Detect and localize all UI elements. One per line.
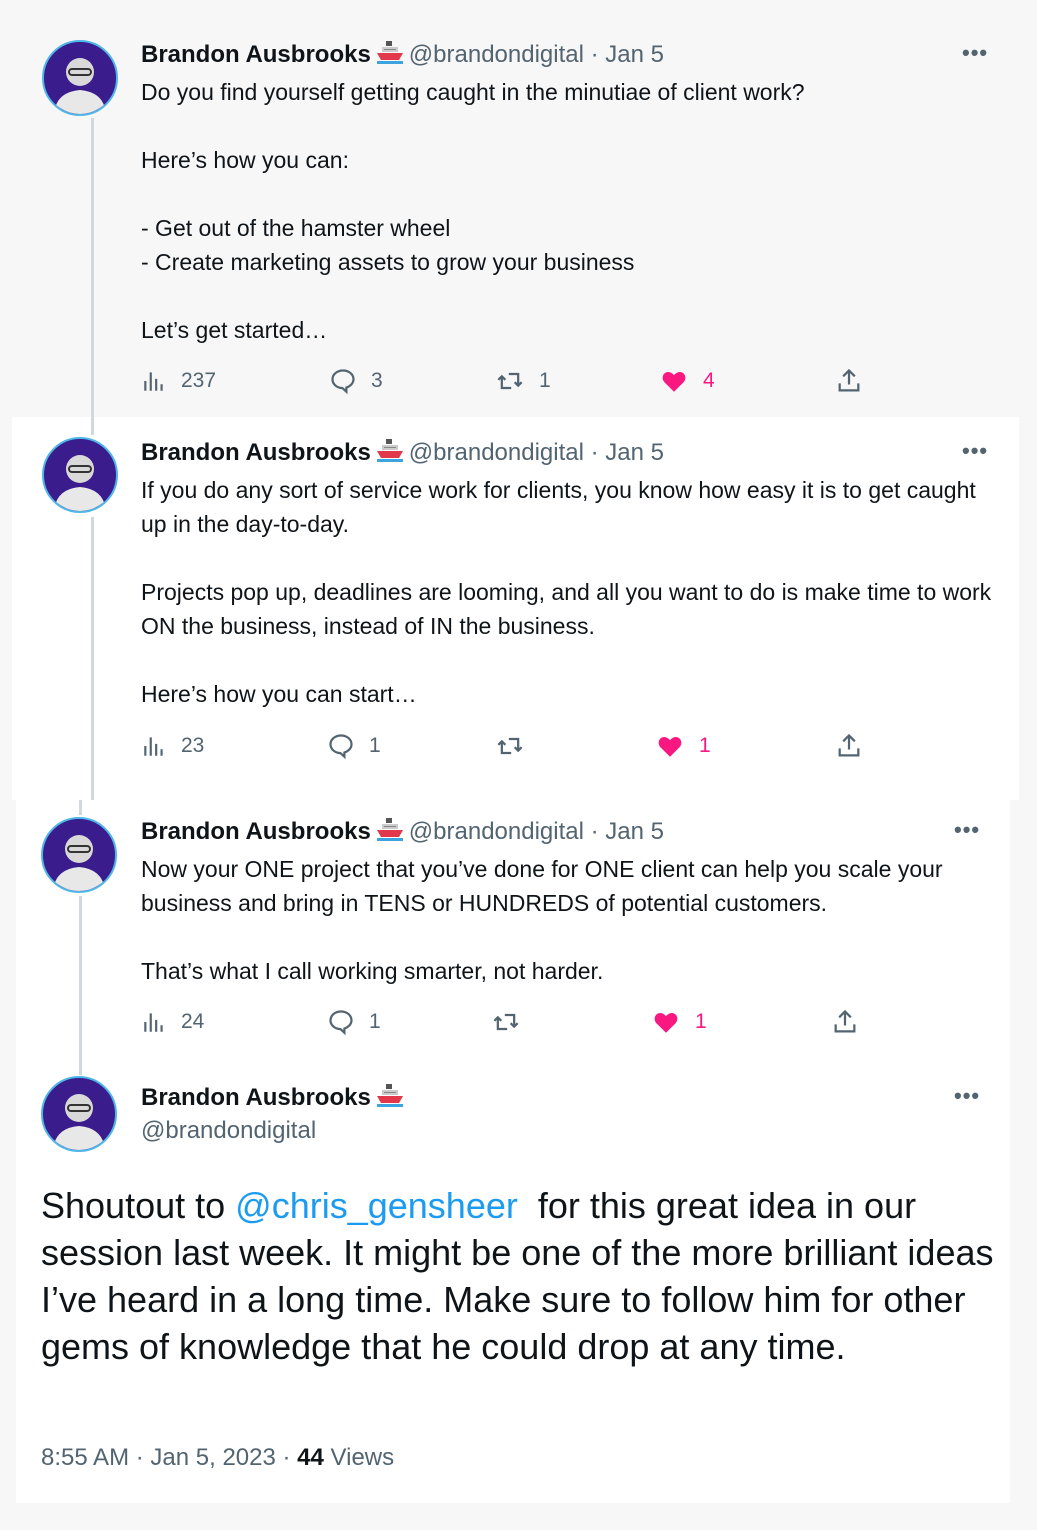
reply-action[interactable]: 1 (327, 731, 381, 761)
author-handle[interactable]: @brandondigital (141, 1116, 316, 1146)
author-name-row: Brandon Ausbrooks (141, 1083, 409, 1113)
tweet-header: Brandon Ausbrooks @brandondigital · Jan 5 (141, 817, 664, 845)
views-count: 23 (181, 734, 205, 757)
views-label: Views (330, 1444, 395, 1471)
tweet-2[interactable]: Brandon Ausbrooks @brandondigital · Jan 5… (12, 417, 1019, 800)
views-count: 24 (181, 1010, 205, 1033)
thread-line (79, 800, 82, 815)
share-icon (838, 733, 860, 757)
views-action[interactable]: 237 (141, 366, 216, 396)
tweet-text: If you do any sort of service work for c… (141, 477, 992, 707)
tweet-text-part: Shoutout to (41, 1185, 236, 1226)
ship-emoji-icon (375, 40, 405, 66)
share-action[interactable] (831, 1007, 873, 1037)
author-name[interactable]: Brandon Ausbrooks (141, 439, 371, 466)
author-name[interactable]: Brandon Ausbrooks (141, 1084, 371, 1111)
views-icon (144, 737, 163, 756)
reply-action[interactable]: 3 (329, 366, 383, 396)
heart-icon (654, 1012, 678, 1033)
tweet-timestamp: 8:55 AM · Jan 5, 2023 · 44 Views (41, 1444, 395, 1471)
retweet-action[interactable] (491, 1007, 535, 1037)
retweet-icon (497, 372, 523, 390)
more-options-icon[interactable]: ••• (954, 1083, 980, 1109)
tweet-date[interactable]: Jan 5 (605, 41, 664, 68)
tweet-1[interactable]: Brandon Ausbrooks @brandondigital · Jan 5… (12, 0, 1019, 417)
share-action[interactable] (835, 731, 877, 761)
reply-count: 1 (369, 734, 381, 757)
author-handle[interactable]: @brandondigital (409, 41, 584, 68)
reply-count: 3 (371, 369, 383, 392)
more-options-icon[interactable]: ••• (962, 40, 988, 66)
tweet-date[interactable]: Jan 5 (605, 439, 664, 466)
tweet-header: Brandon Ausbrooks @brandondigital · Jan 5 (141, 40, 664, 68)
author-name[interactable]: Brandon Ausbrooks (141, 41, 371, 68)
avatar[interactable] (41, 817, 117, 893)
main-tweet[interactable]: Brandon Ausbrooks @brandondigital ••• Sh… (16, 1063, 1010, 1503)
views-action[interactable]: 23 (141, 731, 204, 761)
tweet-actions: 23 1 1 (141, 731, 881, 761)
more-options-icon[interactable]: ••• (962, 438, 988, 464)
tweet-full-date[interactable]: Jan 5, 2023 (150, 1444, 275, 1471)
share-action[interactable] (835, 366, 877, 396)
thread-line (79, 1063, 82, 1075)
thread-line (79, 896, 82, 1063)
ship-emoji-icon (375, 817, 405, 843)
views-count: 237 (181, 369, 217, 392)
views-action[interactable]: 24 (141, 1007, 204, 1037)
heart-icon (658, 736, 682, 757)
thread-line (91, 517, 94, 800)
avatar[interactable] (42, 40, 118, 116)
heart-icon (662, 371, 686, 392)
tweet-actions: 237 3 1 4 (141, 366, 881, 396)
tweet-text: Now your ONE project that you’ve done fo… (141, 856, 943, 984)
thread-line (91, 118, 94, 417)
author-handle[interactable]: @brandondigital (409, 439, 584, 466)
views-total: 44 (297, 1444, 324, 1471)
more-options-icon[interactable]: ••• (954, 817, 980, 843)
avatar[interactable] (42, 437, 118, 513)
retweet-count: 1 (539, 369, 551, 392)
like-count: 4 (703, 369, 715, 392)
retweet-action[interactable] (495, 731, 539, 761)
like-action[interactable]: 1 (655, 731, 711, 761)
retweet-icon (493, 1013, 519, 1031)
ship-emoji-icon (375, 1083, 405, 1109)
avatar[interactable] (41, 1076, 117, 1152)
reply-icon (329, 1010, 353, 1036)
reply-icon (329, 734, 353, 760)
views-icon (144, 1013, 163, 1032)
like-count: 1 (695, 1010, 707, 1033)
author-handle[interactable]: @brandondigital (409, 818, 584, 845)
reply-action[interactable]: 1 (327, 1007, 381, 1037)
tweet-date[interactable]: Jan 5 (605, 818, 664, 845)
retweet-icon (497, 737, 523, 755)
tweet-time[interactable]: 8:55 AM (41, 1444, 129, 1471)
like-action[interactable]: 4 (659, 366, 715, 396)
ship-emoji-icon (375, 438, 405, 464)
views-icon (144, 372, 163, 391)
mention-link[interactable]: @chris_gensheer (235, 1185, 518, 1226)
tweet-actions: 24 1 1 (141, 1007, 881, 1037)
like-action[interactable]: 1 (651, 1007, 707, 1037)
share-icon (834, 1009, 856, 1033)
main-tweet-text: Shoutout to @chris_gensheer for this gre… (41, 1182, 996, 1370)
reply-count: 1 (369, 1010, 381, 1033)
tweet-3[interactable]: Brandon Ausbrooks @brandondigital · Jan 5… (16, 800, 1010, 1063)
thread-line (91, 417, 94, 435)
share-icon (838, 368, 860, 392)
tweet-text: Do you find yourself getting caught in t… (141, 79, 805, 343)
reply-icon (331, 369, 355, 395)
tweet-header: Brandon Ausbrooks @brandondigital · Jan 5 (141, 438, 664, 466)
retweet-action[interactable]: 1 (495, 366, 551, 396)
author-name[interactable]: Brandon Ausbrooks (141, 818, 371, 845)
like-count: 1 (699, 734, 711, 757)
